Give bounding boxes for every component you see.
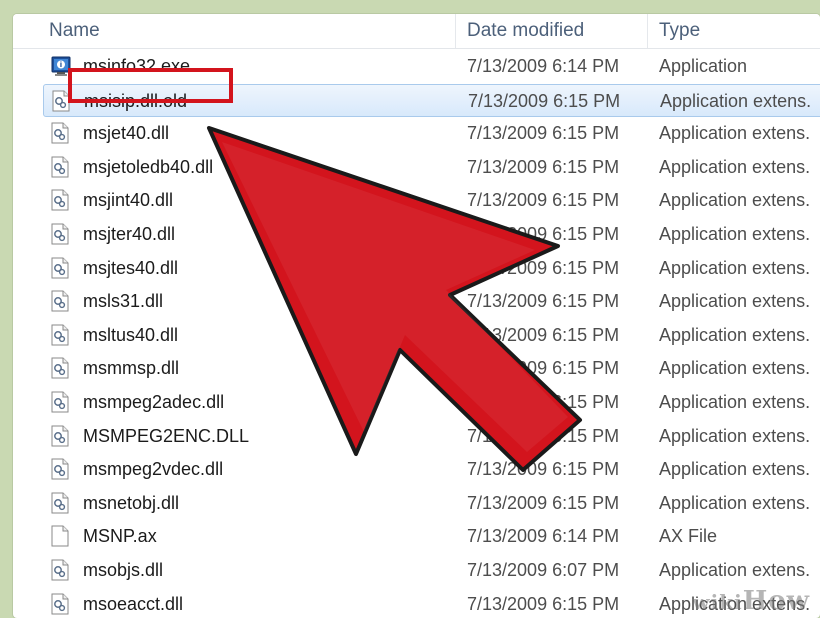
watermark-how: How xyxy=(742,586,810,616)
highlight-box xyxy=(68,68,233,103)
watermark-wiki: wiki xyxy=(692,590,743,614)
watermark: wikiHow xyxy=(692,586,810,616)
